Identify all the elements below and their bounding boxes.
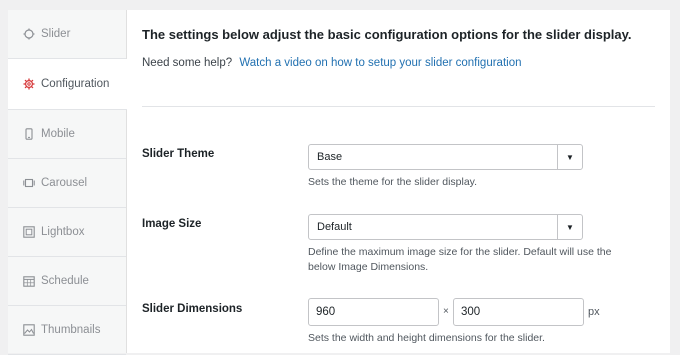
image-size-select[interactable]: Default ▼: [308, 214, 583, 240]
chevron-down-icon[interactable]: ▼: [557, 215, 582, 239]
image-size-value: Default: [317, 221, 352, 233]
slider-theme-value: Base: [317, 151, 343, 163]
sidebar-item-label: Lightbox: [41, 226, 85, 238]
image-size-description: Define the maximum image size for the sl…: [308, 246, 612, 273]
sidebar-item-label: Mobile: [41, 128, 75, 140]
slider-theme-select[interactable]: Base ▼: [308, 144, 583, 170]
gear-icon: [23, 78, 35, 90]
slider-height-input[interactable]: 300: [453, 298, 584, 326]
sidebar-item-carousel[interactable]: Carousel: [8, 159, 126, 208]
sidebar-item-label: Configuration: [41, 78, 110, 90]
slider-icon: [23, 28, 35, 40]
mobile-icon: [23, 128, 35, 140]
divider: [142, 106, 655, 107]
calendar-icon: [23, 275, 35, 287]
sidebar-item-configuration[interactable]: Configuration: [8, 59, 127, 110]
lightbox-icon: [23, 226, 35, 238]
image-size-label: Image Size: [142, 218, 202, 230]
image-icon: [23, 324, 35, 336]
sidebar-item-lightbox[interactable]: Lightbox: [8, 208, 126, 257]
sidebar-item-label: Carousel: [41, 177, 88, 189]
slider-theme-label: Slider Theme: [142, 148, 215, 160]
dimension-separator: ×: [443, 306, 449, 317]
settings-sidebar: Slider Configuration Mobile Carousel Lig…: [8, 10, 127, 355]
sidebar-item-label: Schedule: [41, 275, 89, 287]
sidebar-item-schedule[interactable]: Schedule: [8, 257, 126, 306]
slider-dimensions-description: Sets the width and height dimensions for…: [308, 332, 545, 344]
carousel-icon: [23, 177, 35, 189]
sidebar-item-mobile[interactable]: Mobile: [8, 110, 126, 159]
sidebar-item-label: Thumbnails: [41, 324, 101, 336]
help-line: Need some help? Watch a video on how to …: [142, 57, 521, 69]
chevron-down-icon[interactable]: ▼: [557, 145, 582, 169]
page-heading: The settings below adjust the basic conf…: [142, 27, 632, 42]
slider-dimensions-label: Slider Dimensions: [142, 303, 243, 315]
configuration-panel: The settings below adjust the basic conf…: [127, 10, 670, 353]
slider-width-input[interactable]: 960: [308, 298, 439, 326]
sidebar-item-slider[interactable]: Slider: [8, 10, 126, 59]
sidebar-item-label: Slider: [41, 28, 71, 40]
dimension-unit: px: [588, 306, 600, 318]
help-video-link[interactable]: Watch a video on how to setup your slide…: [239, 57, 521, 69]
slider-theme-description: Sets the theme for the slider display.: [308, 176, 478, 188]
help-prefix: Need some help?: [142, 57, 233, 69]
sidebar-item-thumbnails[interactable]: Thumbnails: [8, 306, 126, 355]
